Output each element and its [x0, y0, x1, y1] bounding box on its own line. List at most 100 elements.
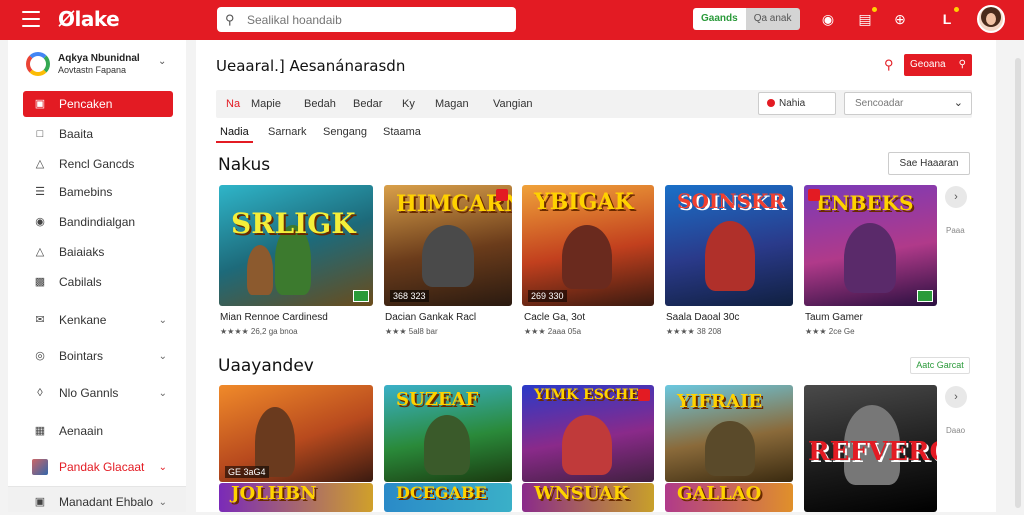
sidebar-item-8[interactable]: ◎ Bointars ⌄ — [23, 343, 173, 369]
filter-item-1[interactable]: Mapie — [251, 98, 281, 110]
game-title[interactable]: Cacle Ga, 3ot — [524, 312, 585, 323]
sidebar-item-label: Pandak Glacaat — [59, 460, 145, 474]
game-card[interactable]: SRLIGK — [219, 185, 373, 306]
sidebar-item-label: Baaita — [59, 127, 94, 141]
sidebar-item-9[interactable]: ◊ Nlo Gannls ⌄ — [23, 380, 173, 406]
gamepad-icon[interactable]: ◉ — [819, 10, 837, 28]
game-title[interactable]: Taum Gamer — [805, 312, 863, 323]
platform-badge — [353, 290, 369, 302]
sidebar-item-5[interactable]: △ Baiaiaks — [23, 239, 173, 265]
search-bar[interactable]: ⚲ — [217, 7, 516, 32]
game-art-title: ENBEKS — [816, 191, 914, 215]
game-card[interactable]: ENBEKS — [804, 185, 937, 306]
game-art-title: REFVERCA — [808, 437, 937, 467]
sidebar-item-11[interactable]: Pandak Glacaat ⌄ — [23, 454, 173, 480]
sidebar-item-6[interactable]: ▩ Cabilals — [23, 269, 173, 295]
thumbnail-icon — [32, 459, 48, 475]
top-bar: Ølake ⚲ Gaands Qa anak ◉ ▤ ⊕ L — [0, 0, 1024, 40]
filter-button-label: Nahia — [779, 98, 806, 109]
settings-icon[interactable]: ⊕ — [891, 10, 909, 28]
menu-icon[interactable] — [22, 11, 40, 27]
section-title: Nakus — [218, 155, 271, 175]
game-art-title: SRLIGK — [231, 207, 356, 240]
game-title[interactable]: Saala Daoal 30c — [666, 312, 739, 323]
sidebar-item-label: Rencl Gancds — [59, 157, 135, 171]
header-pill-grey[interactable]: Qa anak — [745, 8, 800, 30]
tab-3[interactable]: Staama — [383, 126, 421, 138]
game-card[interactable]: YBIGAK 269 330 — [522, 185, 654, 306]
game-card[interactable]: WNSUAK — [522, 483, 654, 512]
sidebar-item-12[interactable]: ▣ Manadant Ehbalo ⌄ — [23, 489, 173, 515]
filter-item-5[interactable]: Magan — [435, 98, 469, 110]
active-tab-indicator — [216, 141, 253, 143]
tab-2[interactable]: Sengang — [323, 126, 367, 138]
sidebar: Aqkya Nbunidnal Aovtastn Fapana ⌄ ▣ Penc… — [8, 40, 186, 512]
card-icon: ▩ — [34, 276, 46, 288]
account-switcher[interactable]: Aqkya Nbunidnal Aovtastn Fapana ⌄ — [26, 52, 166, 76]
filter-item-3[interactable]: Bedar — [353, 98, 382, 110]
sidebar-item-4[interactable]: ◉ Bandindialgan — [23, 209, 173, 235]
library-icon[interactable]: L — [938, 7, 959, 28]
game-card[interactable]: SUZEAF — [384, 385, 512, 482]
notifications-icon[interactable]: ▤ — [856, 7, 877, 28]
header-action-button[interactable]: Geoana ⚲ — [904, 54, 972, 76]
people-icon: ◉ — [35, 216, 45, 228]
filter-item-4[interactable]: Ky — [402, 98, 415, 110]
game-card[interactable]: REFVERCA — [804, 385, 937, 512]
tab-0[interactable]: Nadia — [220, 126, 249, 138]
app-logo[interactable]: Ølake — [58, 7, 120, 31]
sidebar-item-1[interactable]: □ Baaita — [23, 121, 173, 147]
filter-item-6[interactable]: Vangian — [493, 98, 533, 110]
sale-tag — [496, 189, 508, 201]
filter-item-0[interactable]: Na — [226, 98, 240, 110]
game-card[interactable]: GE 3aG4 — [219, 385, 373, 482]
game-rating: ★★★ 2aaa 05a — [524, 327, 582, 336]
game-rating: ★★★ 5al8 bar — [385, 327, 438, 336]
view-all-button[interactable]: Aatc Garcat — [910, 357, 970, 374]
price-label: 368 323 — [390, 290, 429, 302]
scrollbar[interactable] — [1015, 58, 1021, 508]
game-card[interactable]: HIMCARN 368 323 — [384, 185, 512, 306]
game-card[interactable]: GALLAO — [665, 483, 793, 512]
tab-1[interactable]: Sarnark — [268, 126, 307, 138]
sidebar-item-7[interactable]: ✉ Kenkane ⌄ — [23, 307, 173, 333]
game-card[interactable]: DCEGABE — [384, 483, 512, 512]
search-input[interactable] — [247, 12, 497, 27]
search-icon[interactable]: ⚲ — [884, 57, 894, 73]
side-label: Daao — [946, 426, 966, 435]
chevron-right-icon[interactable]: › — [945, 186, 967, 208]
chevron-right-icon[interactable]: › — [945, 386, 967, 408]
price-label: GE 3aG4 — [225, 466, 269, 478]
sort-select[interactable]: Sencoadar ⌄ — [844, 92, 972, 115]
game-rating: ★★★ 2ce Ge — [805, 327, 855, 336]
sidebar-item-3[interactable]: ☰ Bamebins — [23, 179, 173, 205]
side-label: Paaa — [946, 226, 965, 235]
sale-tag — [808, 189, 820, 201]
game-card[interactable]: YIFRAIE — [665, 385, 793, 482]
game-card[interactable]: YIMK ESCHE — [522, 385, 654, 482]
see-all-button[interactable]: Sae Haaaran — [888, 152, 970, 175]
price-label: 269 330 — [528, 290, 567, 302]
game-card[interactable]: SOINSKR — [665, 185, 793, 306]
filter-button[interactable]: Nahia — [758, 92, 836, 115]
user-icon: △ — [35, 246, 45, 258]
game-rating: ★★★★ 26,2 ga bnoa — [220, 327, 298, 336]
game-title[interactable]: Dacian Gankak Racl — [385, 312, 476, 323]
chevron-down-icon: ⌄ — [158, 496, 167, 508]
sidebar-item-0[interactable]: ▣ Pencaken — [23, 91, 173, 117]
sidebar-item-label: Aenaain — [59, 424, 104, 438]
filter-item-2[interactable]: Bedah — [304, 98, 336, 110]
sidebar-item-label: Manadant Ehbalo — [59, 495, 154, 509]
sidebar-item-2[interactable]: △ Rencl Gancds — [23, 151, 173, 177]
sort-select-value: Sencoadar — [855, 98, 904, 109]
avatar[interactable] — [977, 5, 1005, 33]
game-title[interactable]: Mian Rennoe Cardinesd — [220, 312, 328, 323]
sidebar-item-label: Nlo Gannls — [59, 386, 119, 400]
sidebar-item-10[interactable]: ▦ Aenaain — [23, 418, 173, 444]
home-icon: □ — [36, 128, 44, 140]
header-pill-green[interactable]: Gaands — [693, 8, 746, 30]
game-card[interactable]: JOLHBN — [219, 483, 373, 512]
chevron-down-icon: ⌄ — [158, 387, 167, 399]
game-art-title: DCEGABE — [396, 483, 487, 502]
chevron-down-icon: ⌄ — [158, 350, 167, 362]
